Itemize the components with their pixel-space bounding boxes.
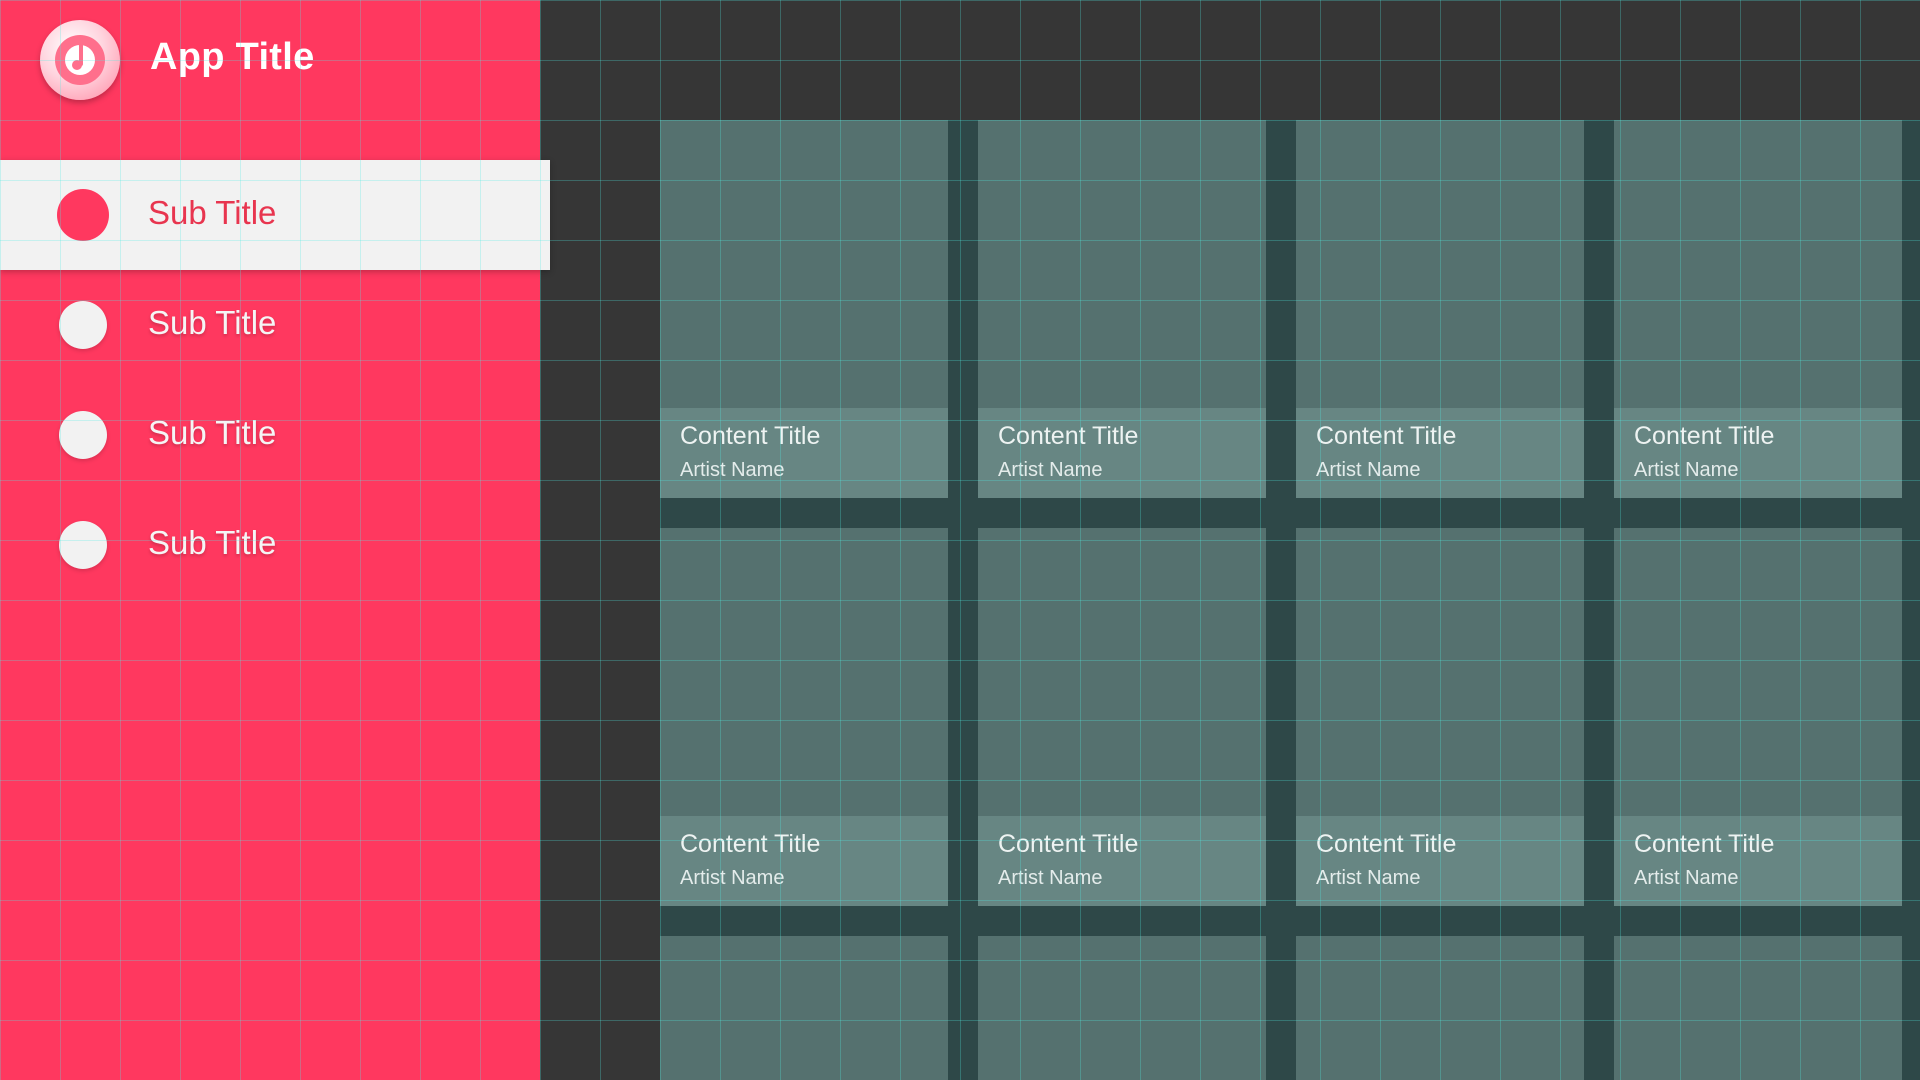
sidebar-item-label: Sub Title: [148, 304, 277, 341]
card-info: Content Title Artist Name: [978, 816, 1266, 906]
card-title: Content Title: [1634, 422, 1775, 450]
content-card[interactable]: Content Title Artist Name: [1614, 528, 1902, 906]
content-card[interactable]: Content Title Artist Name: [660, 528, 948, 906]
card-info: Content Title Artist Name: [1614, 816, 1902, 906]
card-title: Content Title: [680, 422, 821, 450]
card-artist: Artist Name: [998, 459, 1103, 481]
card-info: Content Title Artist Name: [660, 816, 948, 906]
sidebar-item-1[interactable]: Sub Title: [0, 160, 550, 270]
sidebar-item-label: Sub Title: [148, 524, 277, 561]
nav-dot-icon: [59, 521, 107, 569]
nav-dot-icon: [59, 301, 107, 349]
nav-dot-icon: [57, 189, 109, 241]
card-artist: Artist Name: [1634, 459, 1739, 481]
card-title: Content Title: [1316, 830, 1457, 858]
card-info: Content Title Artist Name: [660, 408, 948, 498]
sidebar-item-label: Sub Title: [148, 414, 277, 451]
content-card[interactable]: Content Title Artist Name: [978, 528, 1266, 906]
app-header: App Title: [0, 0, 540, 120]
sidebar-item-3[interactable]: Sub Title: [0, 380, 540, 490]
sidebar: App Title Sub Title Sub Title Sub Title …: [0, 0, 550, 1080]
card-title: Content Title: [680, 830, 821, 858]
content-card[interactable]: [660, 936, 948, 1080]
app-title: App Title: [150, 36, 315, 78]
sidebar-item-2[interactable]: Sub Title: [0, 270, 540, 380]
card-title: Content Title: [998, 830, 1139, 858]
card-title: Content Title: [998, 422, 1139, 450]
content-card[interactable]: Content Title Artist Name: [1614, 120, 1902, 498]
card-info: Content Title Artist Name: [1296, 816, 1584, 906]
content-grid: Content Title Artist Name Content Title …: [660, 120, 1920, 1080]
nav-dot-icon: [59, 411, 107, 459]
sidebar-item-4[interactable]: Sub Title: [0, 490, 540, 600]
card-info: Content Title Artist Name: [1614, 408, 1902, 498]
card-artist: Artist Name: [680, 867, 785, 889]
sidebar-item-label: Sub Title: [148, 194, 277, 231]
card-artist: Artist Name: [680, 459, 785, 481]
card-title: Content Title: [1634, 830, 1775, 858]
card-artist: Artist Name: [1316, 459, 1421, 481]
content-card[interactable]: [1296, 936, 1584, 1080]
content-card[interactable]: Content Title Artist Name: [978, 120, 1266, 498]
music-note-icon[interactable]: [40, 20, 120, 100]
content-card[interactable]: [978, 936, 1266, 1080]
card-artist: Artist Name: [998, 867, 1103, 889]
content-card[interactable]: Content Title Artist Name: [1296, 528, 1584, 906]
content-area: Content Title Artist Name Content Title …: [540, 0, 1920, 1080]
card-info: Content Title Artist Name: [978, 408, 1266, 498]
card-info: Content Title Artist Name: [1296, 408, 1584, 498]
content-card[interactable]: [1614, 936, 1902, 1080]
card-title: Content Title: [1316, 422, 1457, 450]
content-card[interactable]: Content Title Artist Name: [1296, 120, 1584, 498]
card-artist: Artist Name: [1316, 867, 1421, 889]
content-card[interactable]: Content Title Artist Name: [660, 120, 948, 498]
app-window: App Title Sub Title Sub Title Sub Title …: [0, 0, 1920, 1080]
card-artist: Artist Name: [1634, 867, 1739, 889]
